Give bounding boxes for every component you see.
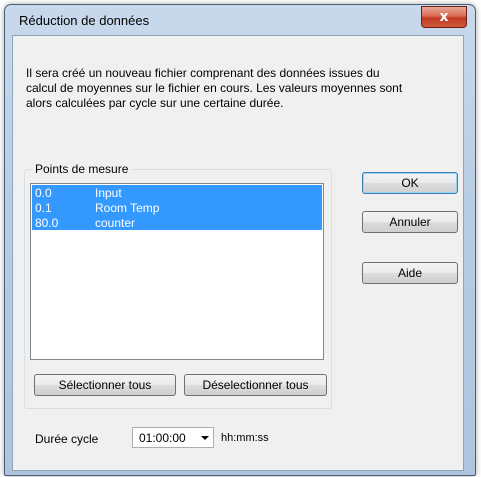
list-item[interactable]: 0.0 Input bbox=[32, 185, 322, 200]
chevron-down-icon[interactable] bbox=[201, 436, 209, 440]
list-item[interactable]: 0.1 Room Temp bbox=[32, 200, 322, 215]
points-listbox[interactable]: 0.0 Input 0.1 Room Temp 80.0 counter bbox=[30, 183, 324, 360]
close-icon: x bbox=[439, 9, 449, 25]
cycle-unit-label: hh:mm:ss bbox=[221, 432, 269, 444]
point-name: Room Temp bbox=[95, 201, 160, 215]
window-title: Réduction de données bbox=[19, 13, 150, 28]
deselect-all-button[interactable]: Déselectionner tous bbox=[184, 374, 327, 396]
cancel-button[interactable]: Annuler bbox=[362, 211, 458, 233]
point-name: Input bbox=[95, 186, 122, 200]
point-id: 80.0 bbox=[35, 216, 59, 230]
cycle-duration-label: Durée cycle bbox=[35, 432, 99, 446]
select-all-button[interactable]: Sélectionner tous bbox=[34, 374, 176, 396]
ok-button[interactable]: OK bbox=[362, 172, 458, 194]
point-name: counter bbox=[95, 216, 136, 230]
help-button[interactable]: Aide bbox=[362, 262, 458, 284]
point-id: 0.1 bbox=[35, 201, 52, 215]
points-group-label: Points de mesure bbox=[32, 162, 132, 176]
close-button[interactable]: x bbox=[421, 6, 467, 28]
cycle-duration-value: 01:00:00 bbox=[139, 431, 186, 445]
title-bar[interactable]: Réduction de données x bbox=[5, 5, 475, 35]
description-text: Il sera créé un nouveau fichier comprena… bbox=[26, 66, 403, 110]
cycle-duration-select[interactable]: 01:00:00 bbox=[132, 427, 214, 448]
point-id: 0.0 bbox=[35, 186, 52, 200]
list-item[interactable]: 80.0 counter bbox=[32, 215, 322, 230]
